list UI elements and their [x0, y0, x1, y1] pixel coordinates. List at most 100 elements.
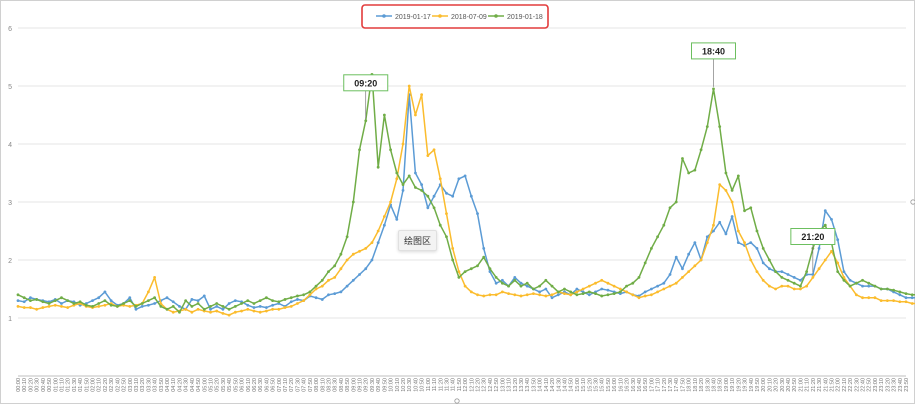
data-point: [221, 305, 225, 308]
x-tick-label: 04:50: [196, 378, 202, 392]
data-point: [159, 305, 163, 308]
data-point: [202, 307, 206, 311]
data-point: [631, 293, 635, 297]
data-point: [314, 284, 318, 288]
x-tick-label: 16:00: [612, 378, 618, 392]
data-point: [376, 241, 380, 245]
x-tick-label: 20:00: [761, 378, 767, 392]
data-point: [668, 284, 672, 288]
x-tick-label: 03:30: [146, 378, 152, 392]
x-tick-label: 18:00: [687, 378, 693, 392]
x-tick-label: 13:00: [500, 378, 506, 392]
x-tick-label: 05:50: [233, 378, 239, 392]
data-point: [451, 258, 455, 262]
data-point: [861, 284, 864, 288]
x-tick-label: 08:20: [326, 378, 332, 392]
x-tick-label: 07:40: [302, 378, 308, 392]
legend-label: 2019-01-18: [507, 14, 543, 21]
x-tick-label: 17:50: [680, 378, 686, 392]
x-tick-label: 22:10: [842, 378, 848, 392]
data-point: [103, 299, 107, 302]
data-point: [544, 287, 548, 291]
data-point: [705, 241, 709, 245]
data-point: [482, 294, 486, 298]
data-point: [190, 298, 194, 301]
data-point: [842, 270, 846, 273]
data-point: [587, 293, 591, 297]
data-point: [463, 174, 467, 178]
x-tick-label: 00:20: [28, 378, 34, 392]
data-point: [16, 305, 20, 308]
data-point: [296, 298, 299, 301]
data-point: [395, 177, 399, 181]
data-point: [662, 287, 666, 291]
x-tick-label: 05:10: [209, 378, 215, 392]
x-tick-label: 18:40: [711, 378, 717, 392]
data-point: [29, 306, 32, 309]
data-point: [128, 296, 132, 300]
x-tick-label: 00:30: [35, 378, 41, 392]
data-point: [339, 290, 343, 294]
data-point: [674, 200, 678, 204]
data-point: [823, 209, 827, 213]
data-point: [296, 294, 299, 298]
data-point: [53, 299, 57, 302]
data-point: [488, 293, 492, 297]
data-point: [910, 296, 914, 300]
x-tick-label: 01:50: [84, 378, 90, 392]
data-point: [662, 281, 666, 285]
data-point: [625, 290, 628, 294]
data-point: [861, 278, 864, 282]
data-point: [147, 299, 150, 302]
annotation-label: 21:20: [801, 232, 824, 242]
data-point: [699, 258, 703, 262]
data-point: [283, 298, 287, 301]
x-tick-label: 16:10: [618, 378, 624, 392]
data-point: [494, 293, 498, 297]
data-point: [171, 300, 175, 304]
data-point: [91, 299, 94, 302]
data-point: [637, 276, 641, 279]
data-point: [134, 307, 138, 311]
data-point: [749, 206, 753, 210]
data-point: [134, 305, 138, 308]
data-point: [606, 281, 610, 285]
data-point: [327, 278, 330, 282]
x-tick-label: 02:20: [103, 378, 109, 392]
data-point: [202, 294, 206, 298]
data-point: [184, 299, 188, 302]
x-tick-label: 12:40: [488, 378, 494, 392]
x-tick-label: 05:20: [215, 378, 221, 392]
data-point: [395, 171, 399, 175]
data-point: [382, 113, 386, 117]
x-tick-label: 00:00: [16, 378, 22, 392]
data-point: [817, 267, 821, 271]
x-tick-label: 01:10: [59, 378, 65, 392]
x-tick-label: 22:00: [836, 378, 842, 392]
data-point: [687, 270, 691, 273]
x-tick-label: 10:00: [389, 378, 395, 392]
data-point: [618, 290, 622, 294]
data-point: [395, 218, 399, 221]
data-point: [35, 307, 39, 311]
y-tick-label: 3: [8, 200, 12, 207]
data-point: [494, 276, 498, 279]
data-point: [451, 194, 455, 198]
data-point: [532, 287, 535, 291]
data-point: [240, 302, 243, 305]
data-point: [842, 278, 846, 282]
data-point: [196, 302, 200, 305]
data-point: [774, 270, 777, 273]
data-point: [445, 212, 448, 216]
data-point: [718, 220, 722, 224]
data-point: [600, 278, 604, 282]
x-tick-label: 02:30: [109, 378, 115, 392]
data-point: [500, 290, 504, 294]
x-tick-label: 14:30: [556, 378, 562, 392]
data-point: [271, 307, 275, 311]
x-tick-label: 06:30: [258, 378, 264, 392]
line-chart: 1 2 3 4 5 6 00:00 00:10 00:20 00:30 00:40 00:50 01:0…: [8, 4, 915, 404]
x-tick-label: 20:20: [774, 378, 780, 392]
data-point: [165, 296, 169, 300]
data-point: [246, 303, 250, 307]
